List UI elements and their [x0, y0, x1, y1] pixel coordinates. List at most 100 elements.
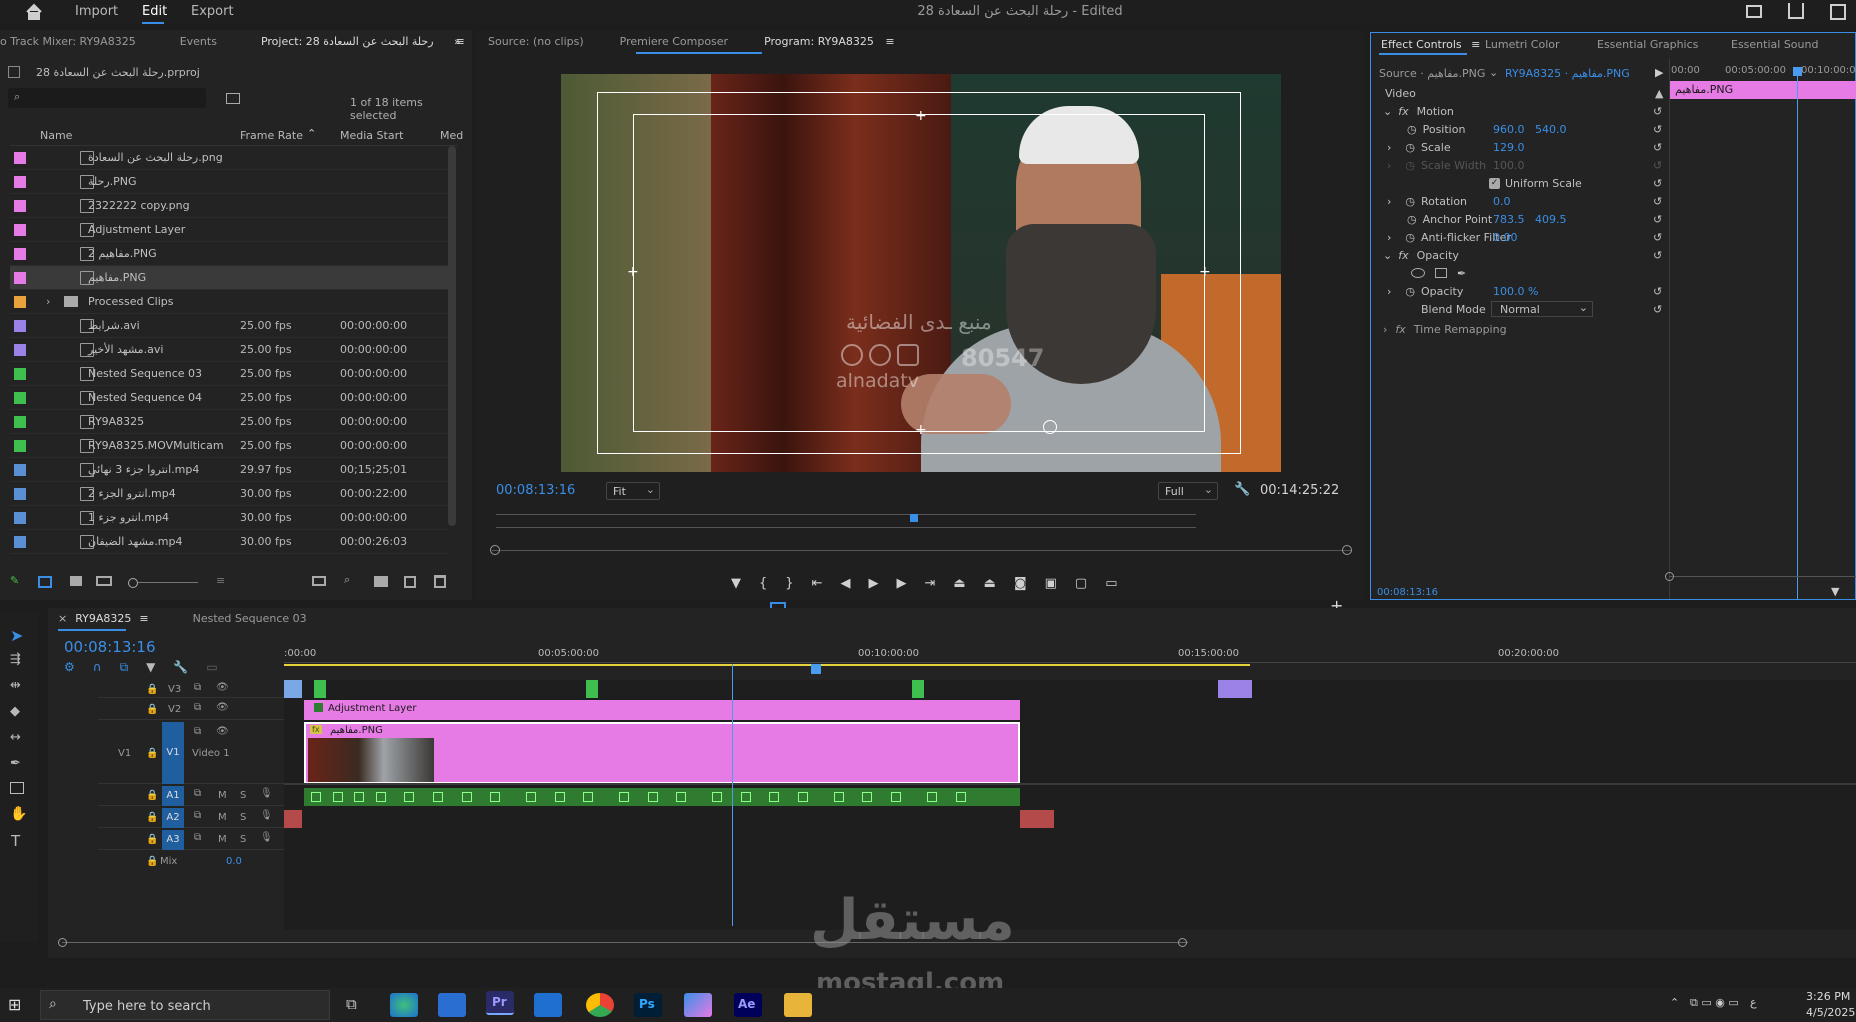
fx-icon[interactable]: fx: [1398, 105, 1408, 118]
scrubber-playhead[interactable]: [910, 514, 918, 522]
add-marker-icon[interactable]: ▼: [731, 576, 741, 594]
timeline-playhead-handle[interactable]: [811, 664, 821, 674]
chevron-down-icon[interactable]: ⌄: [1383, 105, 1392, 118]
anti-flicker-value[interactable]: 0.00: [1493, 231, 1518, 244]
project-list-item[interactable]: مشهد الأخير.avi 25.00 fps 00:00:00:00: [10, 338, 448, 362]
tab-effect-controls[interactable]: Effect Controls ≡: [1381, 38, 1485, 51]
audio-keyframe[interactable]: [311, 792, 322, 802]
windows-start-icon[interactable]: ⊞: [8, 995, 21, 1014]
tab-essential-graphics[interactable]: Essential Graphics: [1597, 38, 1731, 51]
zoom-slider[interactable]: [138, 582, 198, 583]
tab-source[interactable]: Source: (no clips): [488, 35, 584, 48]
project-search-input[interactable]: ⌕: [8, 88, 206, 108]
project-list-item[interactable]: RY9A8325 25.00 fps 00:00:00:00: [10, 410, 448, 434]
audio-keyframe[interactable]: [404, 792, 415, 802]
clip-audio-a2-start[interactable]: [284, 810, 302, 828]
track-a1-target[interactable]: A1: [162, 786, 184, 806]
track-a2-target[interactable]: A2: [162, 808, 184, 828]
slip-tool-icon[interactable]: ↔: [10, 730, 21, 745]
anchor-y[interactable]: 409.5: [1535, 213, 1567, 226]
comparison-view-icon[interactable]: ▣: [1045, 576, 1057, 594]
audio-keyframe[interactable]: [955, 792, 966, 802]
selection-tool-icon[interactable]: ➤: [10, 626, 23, 645]
col-media[interactable]: Med: [440, 129, 463, 142]
clip-v3-green[interactable]: [314, 680, 326, 698]
ec-playhead[interactable]: [1797, 69, 1798, 599]
collapse-icon[interactable]: ▲: [1655, 87, 1663, 100]
project-list-item[interactable]: رحلة.PNG: [10, 170, 448, 194]
tab-project[interactable]: Project: رحلة البحث عن السعادة 28: [261, 35, 434, 48]
audio-keyframe[interactable]: [647, 792, 658, 802]
lock-icon[interactable]: 🔒: [146, 812, 158, 823]
transform-handle-right[interactable]: +: [1199, 264, 1211, 280]
audio-keyframe[interactable]: [490, 792, 501, 802]
eye-icon[interactable]: 👁: [216, 726, 229, 737]
tab-events[interactable]: Events: [180, 35, 217, 48]
photoshop-icon[interactable]: Ps: [634, 993, 662, 1017]
language-indicator[interactable]: ع: [1750, 996, 1757, 1009]
audio-keyframe[interactable]: [926, 792, 937, 802]
tab-nested-sequence[interactable]: Nested Sequence 03: [193, 612, 307, 625]
label-color-swatch[interactable]: [14, 343, 26, 356]
stopwatch-icon[interactable]: ◷: [1405, 141, 1415, 154]
tab-essential-sound[interactable]: Essential Sound: [1731, 38, 1818, 51]
audio-keyframe[interactable]: [862, 792, 873, 802]
mute-a2[interactable]: M: [218, 812, 227, 823]
label-color-swatch[interactable]: [14, 175, 26, 188]
mark-out-icon[interactable]: }: [785, 576, 793, 594]
label-color-swatch[interactable]: [14, 415, 26, 428]
clip-png[interactable]: fx مفاهيم.PNG: [304, 722, 1020, 784]
new-bin-icon[interactable]: [374, 576, 388, 587]
quality-dropdown[interactable]: Full ⌄: [1158, 482, 1218, 500]
sync-lock-icon[interactable]: ⧉: [194, 832, 201, 843]
menu-import[interactable]: Import: [75, 4, 118, 19]
source-v1-label[interactable]: V1: [118, 748, 131, 759]
chevron-right-icon[interactable]: ›: [1387, 285, 1391, 298]
captions-icon[interactable]: ▭: [206, 660, 217, 675]
add-marker-icon[interactable]: ▼: [146, 660, 155, 675]
rectangle-mask-icon[interactable]: [1435, 268, 1447, 278]
track-a3-target[interactable]: A3: [162, 830, 184, 850]
reset-icon[interactable]: ↺: [1653, 105, 1662, 118]
chevron-right-icon[interactable]: ›: [1387, 141, 1391, 154]
audio-keyframe[interactable]: [525, 792, 536, 802]
project-list-item[interactable]: Adjustment Layer: [10, 218, 448, 242]
timeline-ruler[interactable]: :00:00 00:05:00:00 00:10:00:00 00:15:00:…: [284, 646, 1856, 670]
hand-tool-icon[interactable]: ✋: [10, 806, 27, 822]
task-view-icon[interactable]: ⧉: [346, 995, 357, 1013]
go-to-out-icon[interactable]: ⇥: [924, 576, 935, 594]
bin-icon[interactable]: [226, 93, 240, 104]
ec-zoom-bar[interactable]: [1669, 576, 1856, 577]
mute-a1[interactable]: M: [218, 790, 227, 801]
position-x[interactable]: 960.0: [1493, 123, 1525, 136]
project-list-item[interactable]: انتروا جزء 3 نهائي.mp4 29.97 fps 00;15;25;…: [10, 458, 448, 482]
anchor-point-icon[interactable]: [1043, 420, 1057, 434]
clip-v3-green[interactable]: [586, 680, 598, 698]
sync-lock-icon[interactable]: ⧉: [194, 726, 201, 737]
chevron-right-icon[interactable]: ›: [1387, 195, 1391, 208]
ec-clip-bar[interactable]: مفاهيم.PNG: [1669, 81, 1856, 99]
premiere-icon[interactable]: Pr: [486, 991, 514, 1015]
col-media-start[interactable]: Media Start: [340, 129, 403, 142]
audio-keyframe[interactable]: [619, 792, 630, 802]
track-select-tool-icon[interactable]: ⇶: [10, 652, 21, 667]
workspace-icon[interactable]: [1746, 5, 1762, 18]
mix-value[interactable]: 0.0: [226, 856, 242, 867]
label-color-swatch[interactable]: [14, 535, 26, 548]
freeform-view-icon[interactable]: [96, 576, 112, 586]
reset-icon[interactable]: ↺: [1653, 177, 1662, 190]
menu-edit[interactable]: Edit: [142, 4, 167, 19]
taskbar-search-input[interactable]: ⌕ Type here to search: [40, 990, 330, 1020]
track-v1-target[interactable]: V1: [162, 722, 184, 784]
col-name[interactable]: Name: [40, 129, 72, 142]
solo-a3[interactable]: S: [240, 834, 246, 845]
project-list-item[interactable]: › Processed Clips: [10, 290, 448, 314]
filter-icon[interactable]: ▼: [1831, 585, 1839, 598]
automate-icon[interactable]: [312, 576, 326, 586]
tray-chevron-icon[interactable]: ⌃: [1670, 996, 1679, 1009]
audio-keyframe[interactable]: [354, 792, 365, 802]
sync-lock-icon[interactable]: ⧉: [194, 682, 201, 693]
transform-handle-left[interactable]: +: [627, 264, 639, 280]
zoom-bar[interactable]: [492, 550, 1352, 551]
audio-keyframe[interactable]: [332, 792, 343, 802]
